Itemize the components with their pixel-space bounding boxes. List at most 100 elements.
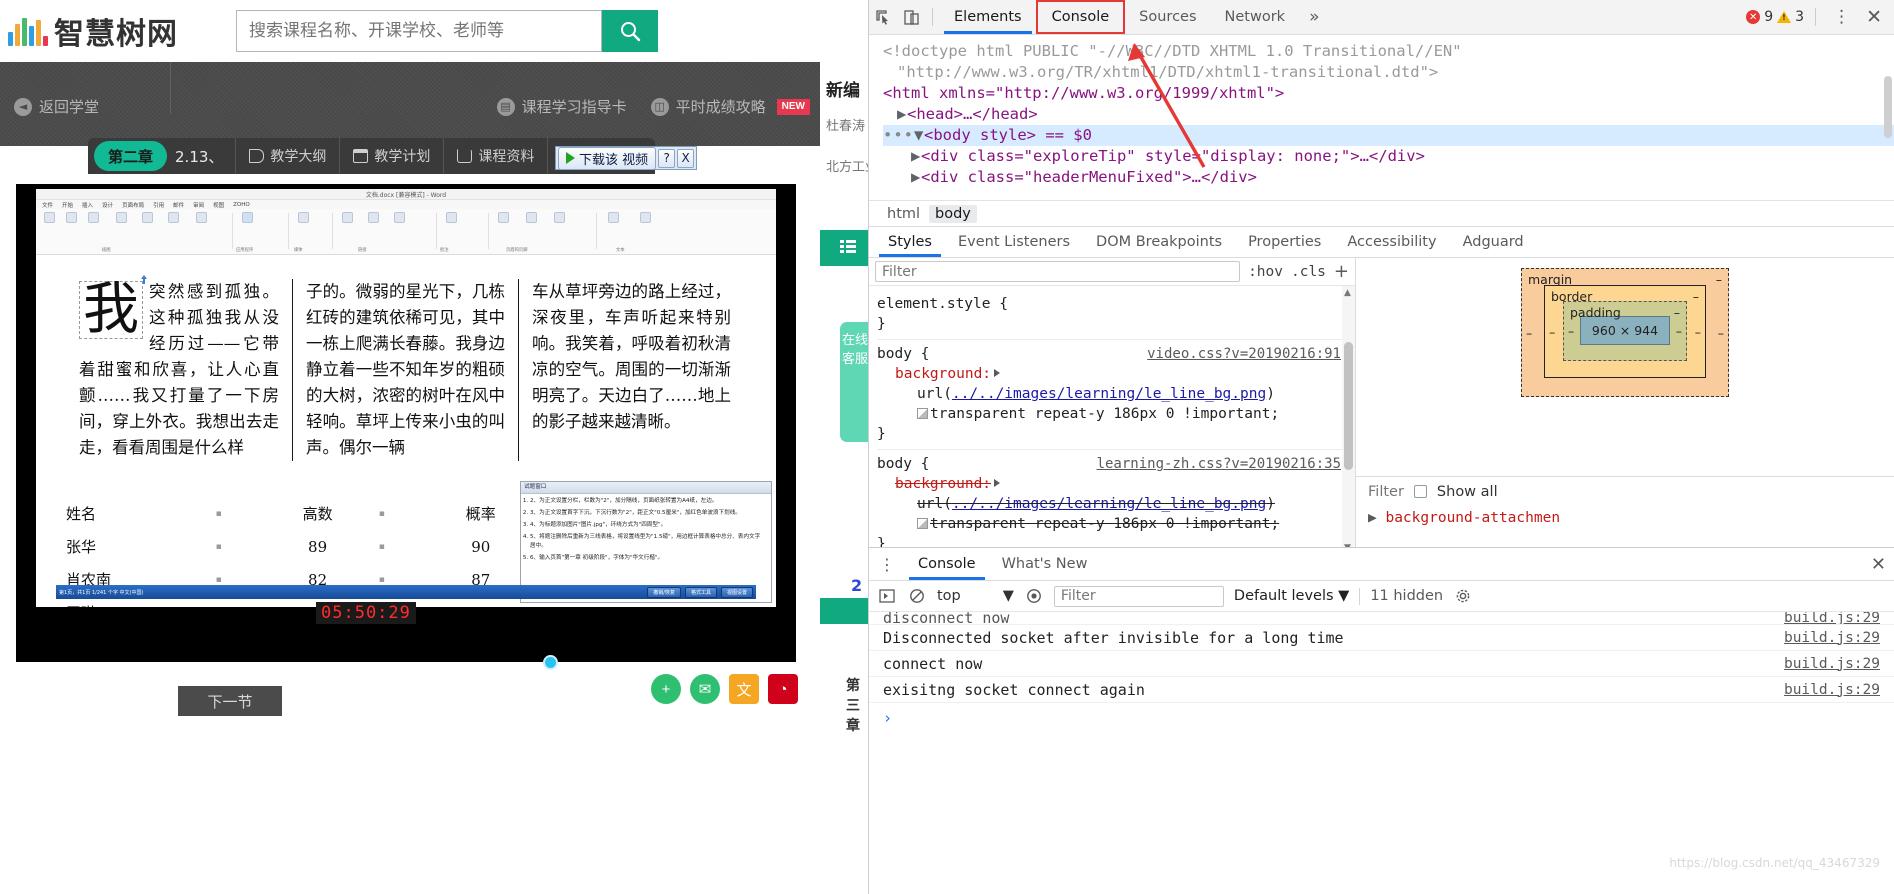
show-all-checkbox[interactable] bbox=[1413, 485, 1427, 498]
computed-property-row[interactable]: ▶ background-attachmen bbox=[1368, 510, 1560, 526]
scrollbar-thumb[interactable] bbox=[1344, 342, 1353, 470]
tab-adguard[interactable]: Adguard bbox=[1450, 227, 1537, 257]
console-message-source[interactable]: build.js:29 bbox=[1784, 656, 1880, 672]
box-model-padding-value[interactable]: – bbox=[1674, 305, 1680, 320]
log-levels-select[interactable]: Default levels ▼ bbox=[1234, 588, 1349, 604]
breadcrumb-body[interactable]: body bbox=[929, 204, 977, 223]
hov-button[interactable]: :hov bbox=[1248, 264, 1283, 280]
study-guide-card-link[interactable]: ▤ 课程学习指导卡 bbox=[496, 96, 627, 117]
tab-console[interactable]: Console bbox=[1035, 0, 1126, 34]
tab-accessibility[interactable]: Accessibility bbox=[1334, 227, 1449, 257]
more-tabs-button[interactable]: » bbox=[1299, 0, 1329, 34]
expand-shorthand-icon[interactable] bbox=[994, 369, 1001, 377]
scroll-up-icon[interactable]: ▲ bbox=[1344, 288, 1351, 298]
expand-caret-icon[interactable]: ▶ bbox=[911, 146, 921, 167]
tab-dom-breakpoints[interactable]: DOM Breakpoints bbox=[1083, 227, 1235, 257]
styles-scrollbar[interactable]: ▲ ▼ bbox=[1342, 286, 1355, 555]
search-box[interactable] bbox=[236, 10, 602, 52]
box-model-margin-right[interactable]: – bbox=[1718, 325, 1724, 340]
live-expression-icon[interactable] bbox=[1024, 586, 1044, 606]
search-button[interactable] bbox=[602, 10, 658, 52]
error-count-badge[interactable]: ✕ 9 bbox=[1746, 9, 1773, 25]
scrollbar-thumb[interactable] bbox=[1884, 76, 1892, 138]
tab-properties[interactable]: Properties bbox=[1235, 227, 1334, 257]
css-url-value[interactable]: ../../images/learning/le_line_bg.png bbox=[952, 386, 1266, 402]
console-filter-input[interactable]: Filter bbox=[1053, 585, 1224, 607]
online-service-tab[interactable]: 在线客服 bbox=[840, 322, 868, 442]
tab-styles[interactable]: Styles bbox=[875, 227, 945, 257]
console-message-row[interactable]: connect now build.js:29 bbox=[869, 651, 1894, 677]
computed-filter-input[interactable]: Filter bbox=[1368, 484, 1404, 500]
console-message-source[interactable]: build.js:29 bbox=[1784, 612, 1880, 624]
drawer-tab-whats-new[interactable]: What's New bbox=[989, 548, 1101, 580]
tab-event-listeners[interactable]: Event Listeners bbox=[945, 227, 1083, 257]
tab-teaching-outline[interactable]: 教学大纲 bbox=[235, 138, 339, 174]
console-message-source[interactable]: build.js:29 bbox=[1784, 630, 1880, 646]
css-property-name[interactable]: background: bbox=[877, 366, 991, 382]
drawer-menu-icon[interactable]: ⋮ bbox=[869, 548, 905, 580]
wechat-share-button[interactable]: ✉ bbox=[690, 674, 720, 704]
box-model-padding-left[interactable]: – bbox=[1568, 324, 1574, 339]
box-model-margin[interactable]: margin – – – border – – – padding – – – … bbox=[1521, 268, 1729, 397]
box-model-padding-right[interactable]: – bbox=[1676, 324, 1682, 339]
css-property-name[interactable]: background: bbox=[877, 476, 991, 492]
css-source-link[interactable]: learning-zh.css?v=20190216:35 bbox=[1097, 454, 1341, 474]
color-swatch-icon[interactable] bbox=[917, 408, 928, 419]
search-input[interactable] bbox=[237, 11, 601, 51]
devtools-close-icon[interactable]: ✕ bbox=[1860, 6, 1888, 28]
box-model-content-size[interactable]: 960 × 944 bbox=[1580, 316, 1670, 345]
dom-tree-scrollbar[interactable] bbox=[1882, 70, 1894, 190]
console-message-row[interactable]: exisitng socket connect again build.js:2… bbox=[869, 677, 1894, 703]
css-url-value[interactable]: ../../images/learning/le_line_bg.png bbox=[952, 496, 1266, 512]
box-model-padding[interactable]: padding – – – 960 × 944 bbox=[1563, 301, 1687, 361]
box-model-border-right[interactable]: – bbox=[1695, 324, 1701, 339]
inspect-cursor-icon[interactable] bbox=[869, 3, 897, 31]
body-node[interactable]: •••▼<body style> == $0 bbox=[883, 125, 1894, 146]
tab-network[interactable]: Network bbox=[1211, 0, 1300, 34]
console-message-row[interactable]: disconnect now build.js:29 bbox=[869, 612, 1894, 625]
download-help-button[interactable]: ? bbox=[658, 148, 676, 168]
next-lesson-button[interactable]: 下一节 bbox=[178, 686, 282, 716]
new-style-rule-button[interactable]: + bbox=[1334, 261, 1349, 282]
add-note-button[interactable]: + bbox=[651, 674, 681, 704]
tab-course-materials[interactable]: 课程资料 bbox=[443, 138, 547, 174]
box-model-border[interactable]: border – – – padding – – – 960 × 944 bbox=[1544, 285, 1706, 378]
warning-count-badge[interactable]: 3 bbox=[1777, 9, 1804, 25]
device-toolbar-icon[interactable] bbox=[897, 3, 925, 31]
expand-caret-icon[interactable]: ▶ bbox=[897, 104, 907, 125]
header-menu-node[interactable]: ▶<div class="headerMenuFixed">…</div> bbox=[883, 167, 1894, 188]
video-seek-handle[interactable] bbox=[543, 655, 558, 670]
download-close-button[interactable]: X bbox=[677, 148, 695, 168]
box-model-border-value[interactable]: – bbox=[1693, 289, 1699, 304]
chapter-chip[interactable]: 第二章 bbox=[94, 141, 168, 171]
tab-elements[interactable]: Elements bbox=[940, 0, 1036, 34]
console-message-source[interactable]: build.js:29 bbox=[1784, 682, 1880, 698]
execution-context-select[interactable]: top ▼ bbox=[937, 588, 1014, 604]
breadcrumb-html[interactable]: html bbox=[881, 205, 926, 223]
box-model-border-left[interactable]: – bbox=[1549, 324, 1555, 339]
execute-icon[interactable] bbox=[877, 586, 897, 606]
expand-shorthand-icon[interactable] bbox=[994, 479, 1001, 487]
devtools-menu-icon[interactable]: ⋮ bbox=[1827, 9, 1856, 26]
styles-filter-input[interactable]: Filter bbox=[875, 261, 1241, 282]
report-button[interactable]: ◔ bbox=[768, 674, 798, 704]
css-value-tail[interactable]: transparent repeat-y 186px 0 !important; bbox=[930, 406, 1279, 422]
clear-console-icon[interactable] bbox=[907, 586, 927, 606]
console-prompt[interactable]: › bbox=[869, 703, 1894, 733]
expand-caret-icon[interactable]: ▶ bbox=[1368, 510, 1377, 526]
tab-teaching-plan[interactable]: 教学计划 bbox=[339, 138, 443, 174]
download-video-button[interactable]: 下载该 视频 bbox=[558, 146, 657, 170]
gear-icon[interactable] bbox=[1453, 586, 1473, 606]
explore-tip-node[interactable]: ▶<div class="exploreTip" style="display:… bbox=[883, 146, 1894, 167]
head-node[interactable]: ▶<head>…</head> bbox=[883, 104, 1894, 125]
css-selector[interactable]: element.style { bbox=[877, 294, 1355, 314]
box-model-margin-left[interactable]: – bbox=[1526, 325, 1532, 340]
color-swatch-icon[interactable] bbox=[917, 518, 928, 529]
cls-button[interactable]: .cls bbox=[1291, 264, 1326, 280]
expand-caret-icon[interactable]: ▶ bbox=[911, 167, 921, 188]
drawer-close-icon[interactable]: ✕ bbox=[1871, 554, 1886, 575]
css-value-tail[interactable]: transparent repeat-y 186px 0 !important; bbox=[930, 516, 1279, 532]
back-to-classroom-link[interactable]: ◄ 返回学堂 bbox=[14, 96, 99, 117]
tab-sources[interactable]: Sources bbox=[1125, 0, 1210, 34]
video-player[interactable]: 文档.docx [兼容模式] - Word 文件 开始 插入 设计 页面布局 引… bbox=[16, 184, 796, 670]
